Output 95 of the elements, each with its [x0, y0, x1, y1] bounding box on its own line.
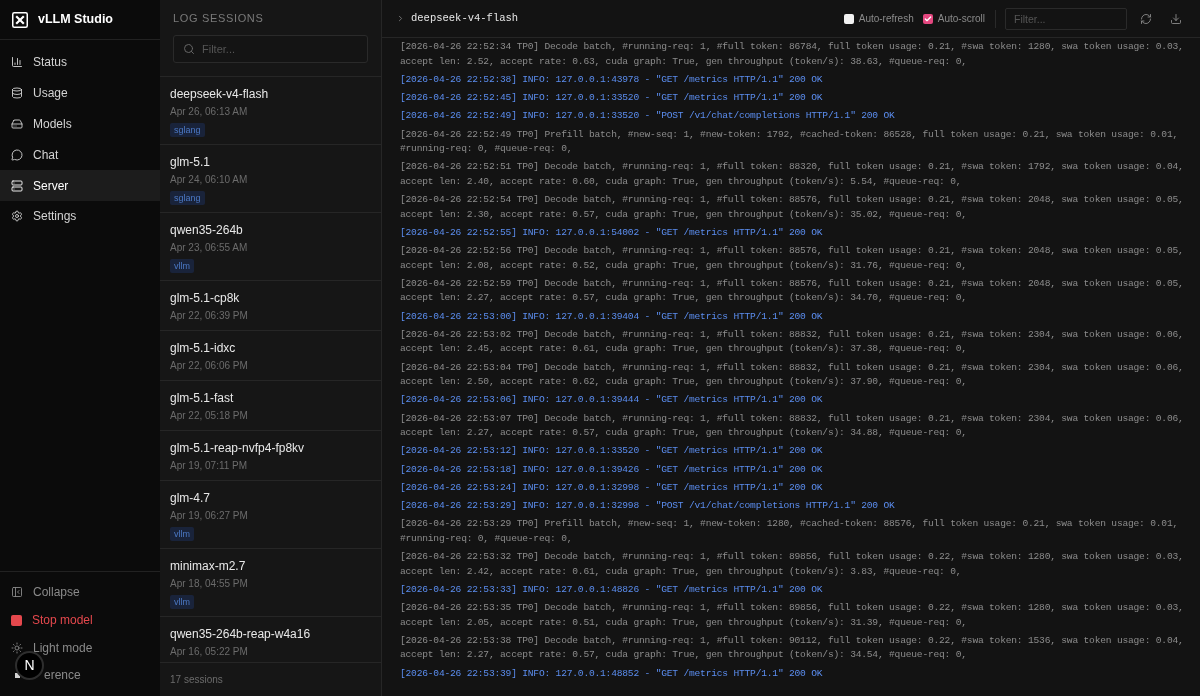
session-name: deepseek-v4-flash: [170, 87, 269, 102]
engine-tag: vllm: [170, 259, 194, 273]
log-line: [2026-04-26 22:52:45] INFO: 127.0.0.1:33520 - "GET /metrics HTTP/1.1" 200 OK: [400, 91, 824, 105]
log-line: [2026-04-26 22:52:49] INFO: 127.0.0.1:33520 - "POST /v1/chat/completions HTTP/1.1" 200 OK: [400, 109, 896, 124]
session-name: glm-5.1-reap-nvfp4-fp8kv: [170, 441, 305, 456]
nav-item[interactable]: Status: [0, 47, 160, 78]
chevron-right-icon[interactable]: [396, 14, 405, 23]
checkbox[interactable]: [843, 13, 854, 24]
log-line: [2026-04-26 22:53:29 TP0] Prefill batch, #new-seq: 1, #new-token: 1280, #cached-token: 88576, full token usage: 0.21, swa token usage: 0.01, #running-req: 0, #queue-req: 0,: [400, 517, 1179, 546]
brand-name: vLLM Studio: [38, 11, 113, 29]
session-name: minimax-m2.7: [170, 559, 246, 574]
log-line: [2026-04-26 22:53:12] INFO: 127.0.0.1:33520 - "GET /metrics HTTP/1.1" 200 OK: [400, 444, 824, 459]
session-date: Apr 22, 05:18 PM: [170, 409, 248, 423]
log-line: [2026-04-26 22:52:56 TP0] Decode batch, #running-req: 1, #full token: 88576, full token usage: 0.21, #swa token: 2048, swa token usage: 0.05, accept len: 2.08, accept rate: 0.52, cuda graph: True, gen throughput (token/s): 31.76, #queue-req: 0,: [400, 244, 1185, 273]
session-date: Apr 19, 06:27 PM: [170, 509, 248, 523]
session-item[interactable]: glm-5.1-reap-nvfp4-fp8kv Apr 19, 07:11 PM: [160, 431, 381, 481]
hard-drive-icon: [11, 118, 23, 130]
session-item[interactable]: glm-4.7 Apr 19, 06:27 PM vllm: [160, 481, 381, 549]
log-line: [2026-04-26 22:52:55] INFO: 127.0.0.1:54002 - "GET /metrics HTTP/1.1" 200 OK: [400, 225, 824, 240]
session-date: Apr 23, 06:55 AM: [170, 241, 248, 255]
session-item[interactable]: glm-5.1-fast Apr 22, 05:18 PM: [160, 381, 381, 431]
session-date: Apr 24, 06:10 AM: [170, 173, 248, 187]
log-title: deepseek-v4-flash: [411, 10, 519, 26]
logo-icon: [12, 11, 28, 28]
nav-item[interactable]: Settings: [0, 201, 160, 232]
engine-tag: vllm: [170, 595, 194, 609]
checkbox-label: Auto-refresh: [858, 12, 914, 26]
session-date: Apr 26, 06:13 AM: [170, 105, 248, 119]
nav-item[interactable]: Usage: [0, 77, 160, 109]
log-line: [2026-04-26 22:52:59 TP0] Decode batch, #running-req: 1, #full token: 88576, full token usage: 0.21, #swa token: 2048, swa token usage: 0.05, accept len: 2.27, accept rate: 0.57, cuda graph: True, gen throughput (token/s): 34.70, #queue-req: 0,: [400, 276, 1185, 306]
session-count: 17 sessions: [170, 673, 223, 687]
session-date: Apr 22, 06:39 PM: [170, 309, 248, 323]
session-item[interactable]: glm-5.1-cp8k Apr 22, 06:39 PM: [160, 281, 381, 331]
bar-chart-icon: [11, 56, 23, 69]
session-item[interactable]: glm-5.1-idxc Apr 22, 06:06 PM: [160, 331, 381, 381]
session-date: Apr 19, 07:11 PM: [170, 459, 248, 473]
filter-input[interactable]: Filter...: [1005, 7, 1127, 30]
log-line: [2026-04-26 22:53:18] INFO: 127.0.0.1:39426 - "GET /metrics HTTP/1.1" 200 OK: [400, 462, 824, 477]
log-line: [2026-04-26 22:52:49 TP0] Prefill batch, #new-seq: 1, #new-token: 1792, #cached-token: 86528, full token usage: 0.21, swa token usage: 0.01, #running-req: 0, #queue-req: 0,: [400, 127, 1179, 156]
session-name: qwen35-264b-reap-w4a16: [170, 627, 311, 642]
session-name: glm-5.1-idxc: [170, 341, 236, 356]
session-item[interactable]: qwen35-264b Apr 23, 06:55 AM vllm: [160, 213, 381, 281]
log-line: [2026-04-26 22:53:24] INFO: 127.0.0.1:32998 - "GET /metrics HTTP/1.1" 200 OK: [400, 480, 824, 495]
log-line: [2026-04-26 22:53:02 TP0] Decode batch, #running-req: 1, #full token: 88832, full token usage: 0.21, #swa token: 2304, swa token usage: 0.06, accept len: 2.45, accept rate: 0.61, cuda graph: True, gen throughput (token/s): 37.38, #queue-req: 0,: [400, 327, 1185, 357]
session-item[interactable]: glm-5.1 Apr 24, 06:10 AM sglang: [160, 145, 381, 213]
nav-item[interactable]: Server: [0, 170, 160, 201]
session-date: Apr 18, 04:55 PM: [170, 577, 248, 591]
database-icon: [11, 87, 23, 100]
log-line: [2026-04-26 22:53:32 TP0] Decode batch, #running-req: 1, #full token: 89856, full token usage: 0.22, #swa token: 1280, swa token usage: 0.03, accept len: 2.42, accept rate: 0.61, cuda graph: True, gen throughput (token/s): 3.83, #queue-req: 0,: [400, 550, 1185, 579]
checkbox[interactable]: [922, 13, 933, 24]
log-line: [2026-04-26 22:53:39] INFO: 127.0.0.1:48852 - "GET /metrics HTTP/1.1" 200 OK: [400, 666, 824, 681]
session-date: Apr 22, 06:06 PM: [170, 359, 248, 373]
refresh-icon: [1140, 12, 1152, 25]
session-name: glm-5.1-cp8k: [170, 291, 240, 306]
download-icon: [1170, 12, 1182, 25]
engine-tag: vllm: [170, 527, 194, 541]
nav-item[interactable]: Chat: [0, 139, 160, 171]
log-line: [2026-04-26 22:52:34 TP0] Decode batch, #running-req: 1, #full token: 86784, full token usage: 0.21, #swa token: 1280, swa token usage: 0.03, accept len: 2.52, accept rate: 0.63, cuda graph: True, gen throughput (token/s): 38.63, #queue-req: 0,: [400, 40, 1185, 69]
session-date: Apr 16, 05:22 PM: [170, 645, 248, 659]
stop-model-button[interactable]: Stop model: [0, 606, 160, 634]
refresh-button[interactable]: [1139, 11, 1153, 26]
nav-item[interactable]: Models: [0, 108, 160, 140]
download-button[interactable]: [1169, 11, 1183, 26]
log-line: [2026-04-26 22:53:35 TP0] Decode batch, #running-req: 1, #full token: 89856, full token usage: 0.22, #swa token: 1280, swa token usage: 0.03, accept len: 2.05, accept rate: 0.51, cuda graph: True, gen throughput (token/s): 31.39, #queue-req: 0,: [400, 601, 1185, 630]
session-name: glm-4.7: [170, 491, 210, 506]
session-name: qwen35-264b: [170, 223, 243, 238]
collapse-button[interactable]: Collapse: [0, 578, 160, 607]
log-line: [2026-04-26 22:53:38 TP0] Decode batch, #running-req: 1, #full token: 90112, full token usage: 0.22, #swa token: 1536, swa token usage: 0.04, accept len: 2.27, accept rate: 0.57, cuda graph: True, gen throughput (token/s): 34.54, #queue-req: 0,: [400, 633, 1185, 663]
server-icon: [11, 179, 23, 192]
sun-icon: [11, 641, 23, 654]
chat-bubble-icon: [11, 148, 23, 161]
search-icon: [183, 43, 195, 55]
panel-heading: LOG SESSIONS: [173, 11, 265, 25]
engine-tag: sglang: [170, 123, 205, 137]
stop-square-icon: [11, 614, 22, 626]
checkbox-label: Auto-scroll: [937, 12, 985, 26]
log-line: [2026-04-26 22:53:06] INFO: 127.0.0.1:39444 - "GET /metrics HTTP/1.1" 200 OK: [400, 393, 824, 408]
log-line: [2026-04-26 22:52:38] INFO: 127.0.0.1:43978 - "GET /metrics HTTP/1.1" 200 OK: [400, 72, 824, 87]
session-name: glm-5.1-fast: [170, 391, 234, 406]
session-item[interactable]: deepseek-v4-flash Apr 26, 06:13 AM sglang: [160, 77, 381, 145]
session-item[interactable]: minimax-m2.7 Apr 18, 04:55 PM vllm: [160, 549, 381, 617]
log-line: [2026-04-26 22:53:00] INFO: 127.0.0.1:39404 - "GET /metrics HTTP/1.1" 200 OK: [400, 309, 824, 324]
log-line: [2026-04-26 22:53:33] INFO: 127.0.0.1:48826 - "GET /metrics HTTP/1.1" 200 OK: [400, 582, 824, 597]
log-line: [2026-04-26 22:53:04 TP0] Decode batch, #running-req: 1, #full token: 88832, full token usage: 0.21, #swa token: 2304, swa token usage: 0.06, accept len: 2.50, accept rate: 0.62, cuda graph: True, gen throughput (token/s): 37.90, #queue-req: 0,: [400, 360, 1185, 389]
settings-icon: [11, 210, 23, 223]
log-line: [2026-04-26 22:53:29] INFO: 127.0.0.1:32998 - "POST /v1/chat/completions HTTP/1.1" 200 OK: [400, 499, 896, 513]
log-line: [2026-04-26 22:52:54 TP0] Decode batch, #running-req: 1, #full token: 88576, full token usage: 0.21, #swa token: 2048, swa token usage: 0.05, accept len: 2.30, accept rate: 0.57, cuda graph: True, gen throughput (token/s): 35.02, #queue-req: 0,: [400, 193, 1185, 222]
check-icon: [923, 14, 932, 23]
search-field[interactable]: Filter...: [173, 35, 368, 63]
log-line: [2026-04-26 22:52:51 TP0] Decode batch, #running-req: 1, #full token: 88320, full token usage: 0.21, #swa token: 1792, swa token usage: 0.04, accept len: 2.40, accept rate: 0.60, cuda graph: True, gen throughput (token/s): 5.54, #queue-req: 0,: [400, 160, 1185, 189]
session-name: glm-5.1: [170, 155, 210, 170]
session-item[interactable]: qwen35-264b-reap-w4a16 Apr 16, 05:22 PM: [160, 617, 381, 659]
engine-tag: sglang: [170, 191, 205, 205]
panel-collapse-icon: [11, 586, 23, 599]
log-line: [2026-04-26 22:53:07 TP0] Decode batch, #running-req: 1, #full token: 88832, full token usage: 0.21, #swa token: 2304, swa token usage: 0.06, accept len: 2.27, accept rate: 0.57, cuda graph: True, gen throughput (token/s): 34.88, #queue-req: 0,: [400, 411, 1185, 440]
